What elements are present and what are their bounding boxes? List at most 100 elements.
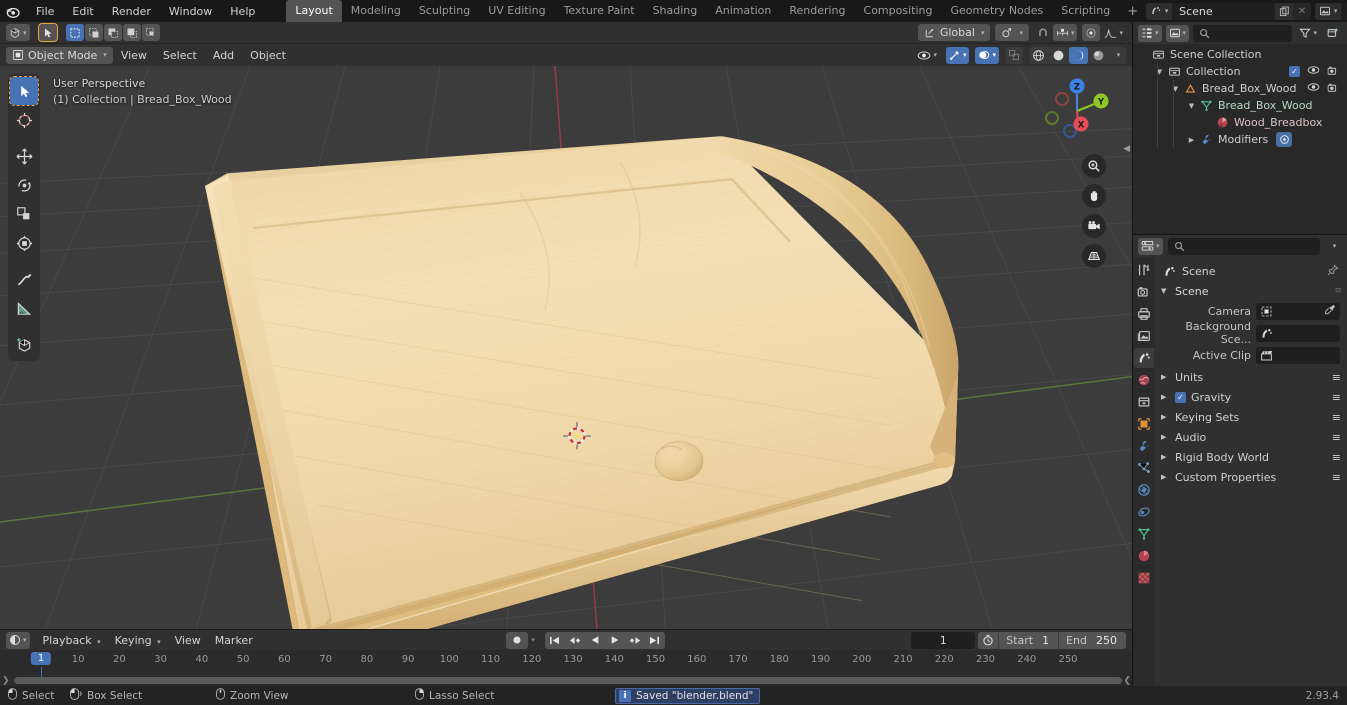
editor-type-3dview-icon[interactable]: ▾ [6, 24, 30, 41]
editor-type-group[interactable]: ▾ [6, 24, 30, 41]
outliner-row-collection[interactable]: ▼ Collection ✓ [1133, 63, 1347, 80]
outliner-tree[interactable]: Scene Collection ▼ Collection ✓ ▼ Bread_Box_W… [1133, 44, 1347, 234]
tab-layout[interactable]: Layout [286, 0, 342, 22]
play-icon[interactable] [605, 632, 625, 649]
navigation-gizmo[interactable]: Z Y X [1040, 74, 1114, 148]
pivot-point-dropdown[interactable]: ▾ [995, 24, 1029, 41]
viewport-menu-add[interactable]: Add [205, 47, 242, 64]
properties-search-input[interactable] [1167, 237, 1320, 255]
select-subtract-icon[interactable] [103, 24, 122, 41]
disclosure-triangle-icon[interactable]: ▼ [1185, 102, 1198, 110]
tab-uv-editing[interactable]: UV Editing [479, 0, 554, 22]
properties-tab-world[interactable] [1134, 370, 1154, 390]
gizmo-icon[interactable]: ▾ [945, 46, 970, 64]
timeline-menu-marker[interactable]: Marker [208, 632, 260, 649]
pan-hand-icon[interactable] [1082, 184, 1106, 208]
camera-field[interactable] [1256, 302, 1340, 320]
shading-wireframe-icon[interactable] [1029, 47, 1048, 64]
view-layer-selector[interactable]: ▾ View Layer ✕ [1315, 2, 1347, 20]
panel-header-units[interactable]: ▶ Units ≡ [1155, 367, 1347, 387]
select-intersect-icon[interactable] [141, 24, 160, 41]
tab-shading[interactable]: Shading [644, 0, 707, 22]
overlays-icon[interactable]: ▾ [975, 46, 999, 64]
xray-icon[interactable] [1005, 46, 1023, 64]
measure-tool[interactable] [10, 294, 38, 322]
properties-tab-output[interactable] [1134, 304, 1154, 324]
sidebar-collapse-icon[interactable]: ◀ [1123, 144, 1130, 154]
object-mode-dropdown[interactable]: Object Mode ▾ [6, 46, 113, 64]
panel-header-keying-sets[interactable]: ▶ Keying Sets ≡ [1155, 407, 1347, 427]
properties-options-icon[interactable]: ▾ [1325, 238, 1342, 255]
outliner-row-scene-collection[interactable]: Scene Collection [1133, 46, 1347, 63]
outliner-search-input[interactable] [1193, 24, 1293, 42]
menu-window[interactable]: Window [160, 3, 221, 20]
timeline-menu-keying[interactable]: Keying ▾ [108, 632, 168, 649]
disclosure-triangle-icon[interactable]: ▼ [1153, 68, 1166, 76]
shading-material-preview-icon[interactable] [1069, 46, 1088, 64]
outliner-filter-id-icon[interactable]: ▾ [1165, 24, 1190, 42]
active-tool-group[interactable] [37, 23, 58, 42]
menu-help[interactable]: Help [221, 3, 264, 20]
properties-tab-scene[interactable] [1134, 348, 1154, 368]
viewport-menu-object[interactable]: Object [242, 47, 294, 64]
properties-tab-object[interactable] [1134, 414, 1154, 434]
viewport-menu-view[interactable]: View [113, 47, 155, 64]
panel-header-rigid-body-world[interactable]: ▶ Rigid Body World ≡ [1155, 447, 1347, 467]
properties-tab-object-data[interactable] [1134, 524, 1154, 544]
viewport-menu-select[interactable]: Select [155, 47, 205, 64]
properties-tab-view-layer[interactable] [1134, 326, 1154, 346]
tab-compositing[interactable]: Compositing [855, 0, 942, 22]
outliner-display-mode-icon[interactable]: ▾ [1138, 24, 1162, 42]
transform-orientation-dropdown[interactable]: Global ▾ [917, 24, 991, 41]
shading-rendered-icon[interactable] [1089, 47, 1108, 64]
record-icon[interactable] [506, 631, 529, 649]
scene-selector[interactable]: ▾ Scene ✕ [1146, 2, 1312, 20]
subsurf-modifier-badge-icon[interactable] [1276, 132, 1293, 147]
properties-tab-tool[interactable] [1134, 260, 1154, 280]
properties-tab-material[interactable] [1134, 546, 1154, 566]
proportional-edit-icon[interactable] [1082, 24, 1101, 41]
outliner-row-bread-box-wood[interactable]: ▼ Bread_Box_Wood [1133, 97, 1347, 114]
object-visibility-icon[interactable]: ▾ [914, 47, 940, 64]
unlink-scene-button[interactable]: ✕ [1293, 2, 1312, 20]
prev-keyframe-icon[interactable] [565, 632, 585, 649]
pin-icon[interactable] [1327, 263, 1339, 279]
shading-solid-icon[interactable] [1049, 47, 1068, 64]
select-extend-icon[interactable] [84, 24, 103, 41]
rotate-tool[interactable] [10, 171, 38, 199]
timeline-ruler[interactable]: 10 20 30 40 50 60 70 80 90 100 110 120 130 140 150 160 1… [0, 650, 1132, 686]
menu-edit[interactable]: Edit [63, 3, 102, 20]
menu-file[interactable]: File [27, 3, 63, 20]
tab-animation[interactable]: Animation [706, 0, 780, 22]
gravity-checkbox[interactable]: ✓ [1175, 391, 1186, 403]
move-tool[interactable] [10, 142, 38, 170]
camera-icon[interactable] [1082, 214, 1106, 238]
shading-dropdown-icon[interactable]: ▾ [1109, 47, 1126, 64]
add-cube-tool[interactable] [10, 330, 38, 358]
tab-texture-paint[interactable]: Texture Paint [555, 0, 644, 22]
snap-target-icon[interactable]: ▾ [1052, 24, 1078, 41]
tab-modeling[interactable]: Modeling [342, 0, 410, 22]
new-collection-icon[interactable] [1324, 25, 1342, 42]
view-layer-name-field[interactable]: View Layer [1341, 2, 1347, 20]
tab-sculpting[interactable]: Sculpting [410, 0, 479, 22]
magnet-icon[interactable] [1034, 24, 1052, 41]
timeline-editor-icon[interactable]: ▾ [6, 631, 30, 649]
disclosure-triangle-icon[interactable]: ▼ [1169, 85, 1182, 93]
disclosure-triangle-icon[interactable]: ▶ [1185, 136, 1198, 144]
blender-logo-icon[interactable] [4, 1, 21, 21]
tab-scripting[interactable]: Scripting [1052, 0, 1119, 22]
zoom-icon[interactable] [1082, 154, 1106, 178]
scale-tool[interactable] [10, 200, 38, 228]
background-scene-field[interactable] [1256, 324, 1340, 342]
properties-tab-render[interactable] [1134, 282, 1154, 302]
timeline-scroll-right-arrow[interactable]: ❮ [1123, 676, 1131, 686]
timeline-horizontal-scrollbar[interactable] [14, 677, 1122, 684]
properties-tab-constraints[interactable] [1134, 502, 1154, 522]
hide-in-viewport-eye-icon[interactable] [1307, 82, 1320, 95]
annotate-tool[interactable] [10, 265, 38, 293]
timeline-playhead[interactable]: 1 [30, 652, 52, 665]
current-frame-field[interactable]: 1 [911, 631, 976, 649]
add-workspace-button[interactable]: + [1119, 2, 1146, 21]
stopwatch-icon[interactable] [978, 632, 998, 649]
